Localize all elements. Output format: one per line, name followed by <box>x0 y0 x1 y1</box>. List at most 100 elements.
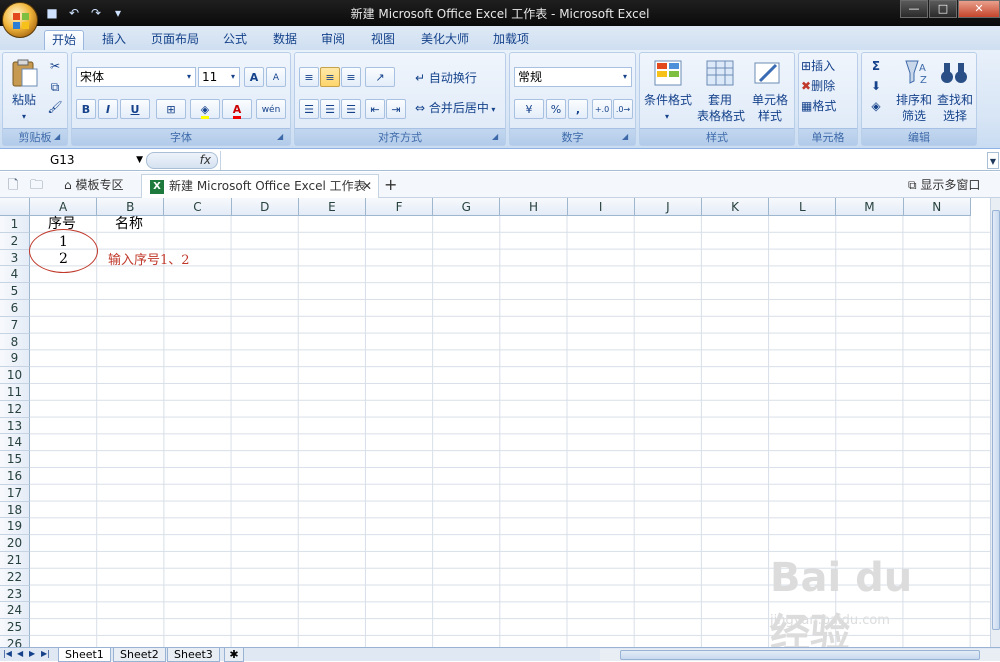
horizontal-scrollbar[interactable] <box>600 649 1000 661</box>
align-right-button[interactable]: ☰ <box>341 99 361 119</box>
italic-button[interactable]: I <box>98 99 118 119</box>
paste-label[interactable]: 粘贴 <box>7 93 41 108</box>
chevron-down-icon[interactable]: ▾ <box>227 68 239 86</box>
row-header-4[interactable]: 4 <box>0 266 30 284</box>
paste-icon[interactable] <box>9 57 41 89</box>
orientation-button[interactable]: ↗ <box>365 67 395 87</box>
tab-home[interactable]: 开始 <box>44 30 84 50</box>
row-header-13[interactable]: 13 <box>0 417 30 435</box>
column-header-i[interactable]: I <box>567 198 635 216</box>
clear-icon[interactable]: ◈ <box>866 99 886 114</box>
copy-icon[interactable]: ⧉ <box>47 80 63 95</box>
tab-page-layout[interactable]: 页面布局 <box>146 30 204 50</box>
row-header-24[interactable]: 24 <box>0 602 30 620</box>
chevron-down-icon[interactable]: ▾ <box>619 68 631 86</box>
tab-insert[interactable]: 插入 <box>97 30 131 50</box>
row-header-1[interactable]: 1 <box>0 216 30 233</box>
new-tab-button[interactable]: + <box>384 174 404 198</box>
clipboard-launcher-icon[interactable]: ◢ <box>54 132 64 142</box>
column-header-k[interactable]: K <box>702 198 770 216</box>
sheet-tab-3[interactable]: Sheet3 <box>167 648 220 662</box>
autosum-button[interactable]: Σ <box>866 59 886 74</box>
decrease-decimal-button[interactable]: .0→ <box>613 99 633 119</box>
multi-window-button[interactable]: ⧉ 显示多窗口 <box>908 174 998 198</box>
wrap-text-button[interactable]: ↵ 自动换行 <box>415 71 505 86</box>
column-header-m[interactable]: M <box>836 198 904 216</box>
increase-indent-button[interactable]: ⇥ <box>386 99 406 119</box>
row-header-18[interactable]: 18 <box>0 501 30 519</box>
align-bottom-button[interactable]: ≡ <box>341 67 361 87</box>
align-left-button[interactable]: ☰ <box>299 99 319 119</box>
number-format-field[interactable]: 常规 ▾ <box>514 67 632 87</box>
font-name-field[interactable]: 宋体 ▾ <box>76 67 196 87</box>
row-header-25[interactable]: 25 <box>0 619 30 636</box>
row-header-9[interactable]: 9 <box>0 350 30 368</box>
sort-filter-line1[interactable]: 排序和 <box>894 93 934 108</box>
row-header-23[interactable]: 23 <box>0 585 30 603</box>
maximize-button[interactable]: □ <box>929 0 957 18</box>
currency-button[interactable]: ¥ <box>514 99 544 119</box>
font-color-button[interactable]: A <box>222 99 252 119</box>
tab-formulas[interactable]: 公式 <box>218 30 252 50</box>
fill-icon[interactable]: ⬇ <box>866 79 886 94</box>
tab-data[interactable]: 数据 <box>268 30 302 50</box>
align-middle-button[interactable]: ≡ <box>320 67 340 87</box>
increase-decimal-button[interactable]: +.0 <box>592 99 612 119</box>
format-painter-icon[interactable]: 🖌 <box>47 100 63 115</box>
phonetic-button[interactable]: wén <box>256 99 286 119</box>
number-launcher-icon[interactable]: ◢ <box>622 132 632 142</box>
next-sheet-icon[interactable]: ▶ <box>29 649 35 658</box>
delete-cells-button[interactable]: ✖删除 <box>801 79 857 94</box>
row-header-2[interactable]: 2 <box>0 232 30 250</box>
vertical-scrollbar[interactable] <box>990 198 1000 647</box>
border-button[interactable]: ⊞ <box>156 99 186 119</box>
paste-dropdown-icon[interactable]: ▾ <box>17 109 31 124</box>
template-tab[interactable]: ⌂ 模板专区 <box>58 174 138 198</box>
prev-sheet-icon[interactable]: ◀ <box>17 649 23 658</box>
fill-color-button[interactable]: ◈ <box>190 99 220 119</box>
align-top-button[interactable]: ≡ <box>299 67 319 87</box>
row-header-17[interactable]: 17 <box>0 484 30 502</box>
row-header-20[interactable]: 20 <box>0 535 30 552</box>
column-header-l[interactable]: L <box>769 198 837 216</box>
new-file-icon[interactable]: 🗋 <box>8 176 18 198</box>
font-size-field[interactable]: 11 ▾ <box>198 67 240 87</box>
row-header-3[interactable]: 3 <box>0 249 30 267</box>
sheet-tab-1[interactable]: Sheet1 <box>58 648 111 662</box>
close-button[interactable]: ✕ <box>958 0 1000 18</box>
formula-input[interactable] <box>220 151 986 170</box>
close-tab-icon[interactable]: ✕ <box>362 175 372 197</box>
column-header-j[interactable]: J <box>634 198 702 216</box>
comma-button[interactable]: , <box>568 99 588 119</box>
chevron-down-icon[interactable]: ▾ <box>183 68 195 86</box>
first-sheet-icon[interactable]: |◀ <box>3 649 12 658</box>
format-as-table-icon[interactable] <box>704 57 736 89</box>
alignment-launcher-icon[interactable]: ◢ <box>492 132 502 142</box>
grow-font-button[interactable]: A <box>244 67 264 87</box>
find-select-line1[interactable]: 查找和 <box>934 93 976 108</box>
column-header-n[interactable]: N <box>903 198 971 216</box>
format-cells-button[interactable]: ▦格式 <box>801 99 857 114</box>
row-header-19[interactable]: 19 <box>0 518 30 536</box>
row-header-11[interactable]: 11 <box>0 384 30 401</box>
row-header-10[interactable]: 10 <box>0 367 30 384</box>
active-document-tab[interactable]: X 新建 Microsoft Office Excel 工作表 ✕ <box>141 174 379 198</box>
open-folder-icon[interactable]: 🗀 <box>30 176 43 198</box>
tab-beautify[interactable]: 美化大师 <box>416 30 474 50</box>
shrink-font-button[interactable]: A <box>266 67 286 87</box>
row-header-7[interactable]: 7 <box>0 316 30 334</box>
row-header-8[interactable]: 8 <box>0 333 30 351</box>
sort-filter-line2[interactable]: 筛选 <box>894 109 934 124</box>
row-header-12[interactable]: 12 <box>0 400 30 418</box>
insert-function-button[interactable]: fx <box>146 152 218 169</box>
row-header-15[interactable]: 15 <box>0 451 30 468</box>
row-header-22[interactable]: 22 <box>0 568 30 586</box>
merge-center-button[interactable]: ⇔ 合并后居中 ▾ <box>415 101 505 117</box>
chevron-down-icon[interactable]: ▾ <box>660 109 674 124</box>
column-header-a[interactable]: A <box>30 198 98 216</box>
row-header-26[interactable]: 26 <box>0 636 30 647</box>
column-header-g[interactable]: G <box>433 198 501 216</box>
bold-button[interactable]: B <box>76 99 96 119</box>
find-select-line2[interactable]: 选择 <box>934 109 976 124</box>
vertical-scroll-thumb[interactable] <box>992 210 1000 630</box>
